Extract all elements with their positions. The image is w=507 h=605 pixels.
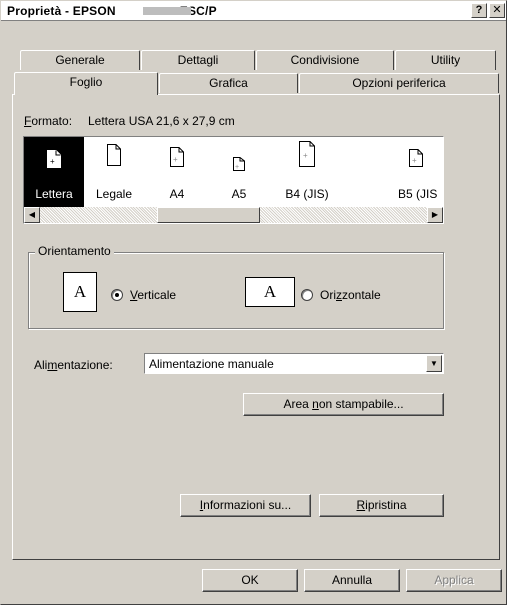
paper-item-legale[interactable]: Legale [84, 137, 144, 207]
scrollbar-thumb[interactable] [157, 207, 260, 223]
portrait-label[interactable]: Verticale [130, 288, 176, 302]
orientation-group-label: Orientamento [35, 244, 114, 258]
page-icon: + [47, 150, 61, 168]
restore-button[interactable]: Ripristina [319, 494, 444, 517]
portrait-radio[interactable] [111, 289, 123, 301]
tab-dettagli[interactable]: Dettagli [141, 50, 255, 70]
tab-utility[interactable]: Utility [395, 50, 496, 70]
svg-text:+: + [50, 157, 55, 166]
format-label: Formato: [24, 114, 73, 128]
paper-size-list[interactable]: + Lettera Legale + A4 + A5 + B4 (JIS) + … [23, 136, 444, 224]
svg-text:+: + [235, 164, 239, 171]
apply-button[interactable]: Applica [406, 569, 502, 592]
page-icon: + [170, 147, 184, 167]
paper-item-b4-jis[interactable]: + B4 (JIS) [277, 137, 337, 207]
tab-generale[interactable]: Generale [20, 50, 140, 70]
scroll-left-icon[interactable]: ◀ [24, 207, 40, 223]
info-button[interactable]: Informazioni su... [180, 494, 311, 517]
cancel-button[interactable]: Annulla [304, 569, 400, 592]
paper-item-a5[interactable]: + A5 [209, 137, 269, 207]
feed-select-value: Alimentazione manuale [149, 357, 274, 371]
paper-item-b5-jis[interactable]: + B5 (JIS [392, 137, 443, 207]
paper-list-scrollbar[interactable]: ◀ ▶ [24, 207, 443, 223]
tab-foglio[interactable]: Foglio [14, 72, 158, 95]
tab-grafica[interactable]: Grafica [159, 73, 298, 93]
svg-text:+: + [173, 155, 178, 164]
landscape-radio[interactable] [301, 289, 313, 301]
landscape-icon: A [245, 277, 295, 307]
feed-label: Alimentazione: [34, 358, 113, 372]
svg-text:+: + [303, 151, 308, 160]
paper-item-lettera[interactable]: + Lettera [24, 137, 84, 207]
ok-button[interactable]: OK [202, 569, 298, 592]
redacted-model-name [143, 7, 191, 15]
scroll-right-icon[interactable]: ▶ [427, 207, 443, 223]
svg-text:+: + [412, 156, 417, 165]
tab-condivisione[interactable]: Condivisione [256, 50, 394, 70]
portrait-icon: A [63, 272, 97, 312]
format-value: Lettera USA 21,6 x 27,9 cm [88, 114, 235, 128]
landscape-label[interactable]: Orizzontale [320, 288, 381, 302]
page-icon: + [299, 141, 315, 167]
close-button[interactable]: ✕ [489, 3, 505, 18]
page-icon: + [233, 157, 245, 171]
unprintable-area-button[interactable]: Area non stampabile... [243, 393, 444, 416]
title-bar[interactable]: Proprietà - EPSON ESC/P ? ✕ [1, 1, 506, 21]
page-icon: + [409, 149, 423, 167]
tab-opzioni-periferica[interactable]: Opzioni periferica [299, 73, 499, 93]
help-button[interactable]: ? [471, 3, 487, 18]
paper-item-a4[interactable]: + A4 [147, 137, 207, 207]
chevron-down-icon[interactable]: ▼ [426, 355, 442, 372]
feed-select[interactable]: Alimentazione manuale ▼ [144, 353, 444, 374]
page-icon [107, 144, 121, 166]
properties-dialog: Proprietà - EPSON ESC/P ? ✕ Generale Dett… [0, 0, 507, 605]
